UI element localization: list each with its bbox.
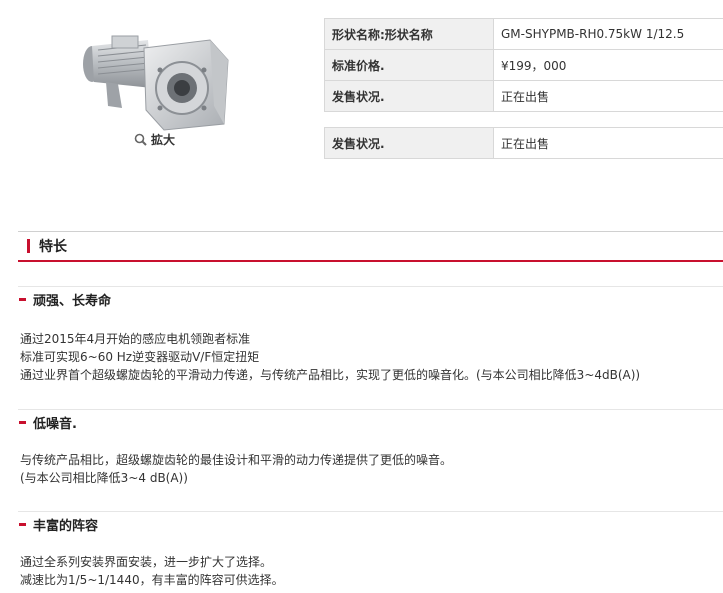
table-row: 标准价格. ¥199，000 (324, 49, 723, 81)
status-table: 发售状况. 正在出售 (324, 127, 723, 159)
feature-bullet (19, 523, 26, 526)
spec-label-status: 发售状况. (324, 80, 494, 112)
feature-text-line: 通过全系列安装界面安装，进一步扩大了选择。 (20, 555, 273, 569)
spec-table: 形状名称:形状名称 GM-SHYPMB-RH0.75kW 1/12.5 标准价格… (324, 18, 723, 112)
spec-value-price: ¥199，000 (493, 49, 723, 81)
feature-title-low-noise: 低噪音. (18, 409, 723, 435)
feature-body-durability: 通过2015年4月开始的感应电机领跑者标准 标准可实现6~60 Hz逆变器驱动V… (20, 330, 640, 384)
feature-text-line: 通过2015年4月开始的感应电机领跑者标准 (20, 332, 251, 346)
status-value: 正在出售 (493, 127, 723, 159)
feature-bullet (19, 298, 26, 301)
table-row: 形状名称:形状名称 GM-SHYPMB-RH0.75kW 1/12.5 (324, 18, 723, 50)
feature-title-lineup: 丰富的阵容 (18, 511, 723, 537)
feature-title-label: 顽强、长寿命 (33, 294, 112, 309)
feature-title-label: 低噪音. (33, 417, 77, 432)
feature-body-lineup: 通过全系列安装界面安装，进一步扩大了选择。 减速比为1/5~1/1440，有丰富… (20, 553, 284, 589)
zoom-button[interactable]: 拡大 (134, 131, 175, 148)
feature-text-line: 减速比为1/5~1/1440，有丰富的阵容可供选择。 (20, 573, 284, 587)
gearmotor-image[interactable] (78, 26, 246, 134)
feature-text-line: 通过业界首个超级螺旋齿轮的平滑动力传递，与传统产品相比，实现了更低的噪音化。(与… (20, 368, 641, 382)
spec-value-status: 正在出售 (493, 80, 723, 112)
features-title: 特长 (39, 239, 67, 255)
zoom-label: 拡大 (151, 133, 176, 147)
spec-value-model: GM-SHYPMB-RH0.75kW 1/12.5 (493, 18, 723, 50)
feature-text-line: (与本公司相比降低3~4 dB(A)) (20, 471, 188, 485)
heading-accent-bar (27, 239, 30, 253)
feature-text-line: 与传统产品相比，超级螺旋齿轮的最佳设计和平滑的动力传递提供了更低的噪音。 (20, 453, 453, 467)
table-row: 发售状况. 正在出售 (324, 127, 723, 159)
spec-label-price: 标准价格. (324, 49, 494, 81)
feature-text-line: 标准可实现6~60 Hz逆变器驱动V/F恒定扭矩 (20, 350, 260, 364)
feature-bullet (19, 421, 26, 424)
feature-title-label: 丰富的阵容 (33, 519, 99, 534)
feature-body-low-noise: 与传统产品相比，超级螺旋齿轮的最佳设计和平滑的动力传递提供了更低的噪音。 (与本… (20, 451, 452, 487)
table-row: 发售状况. 正在出售 (324, 80, 723, 112)
features-heading: 特长 (18, 231, 723, 262)
feature-title-durability: 顽强、长寿命 (18, 286, 723, 312)
spec-label-model: 形状名称:形状名称 (324, 18, 494, 50)
status-label: 发售状况. (324, 127, 494, 159)
magnifier-icon (134, 133, 147, 146)
